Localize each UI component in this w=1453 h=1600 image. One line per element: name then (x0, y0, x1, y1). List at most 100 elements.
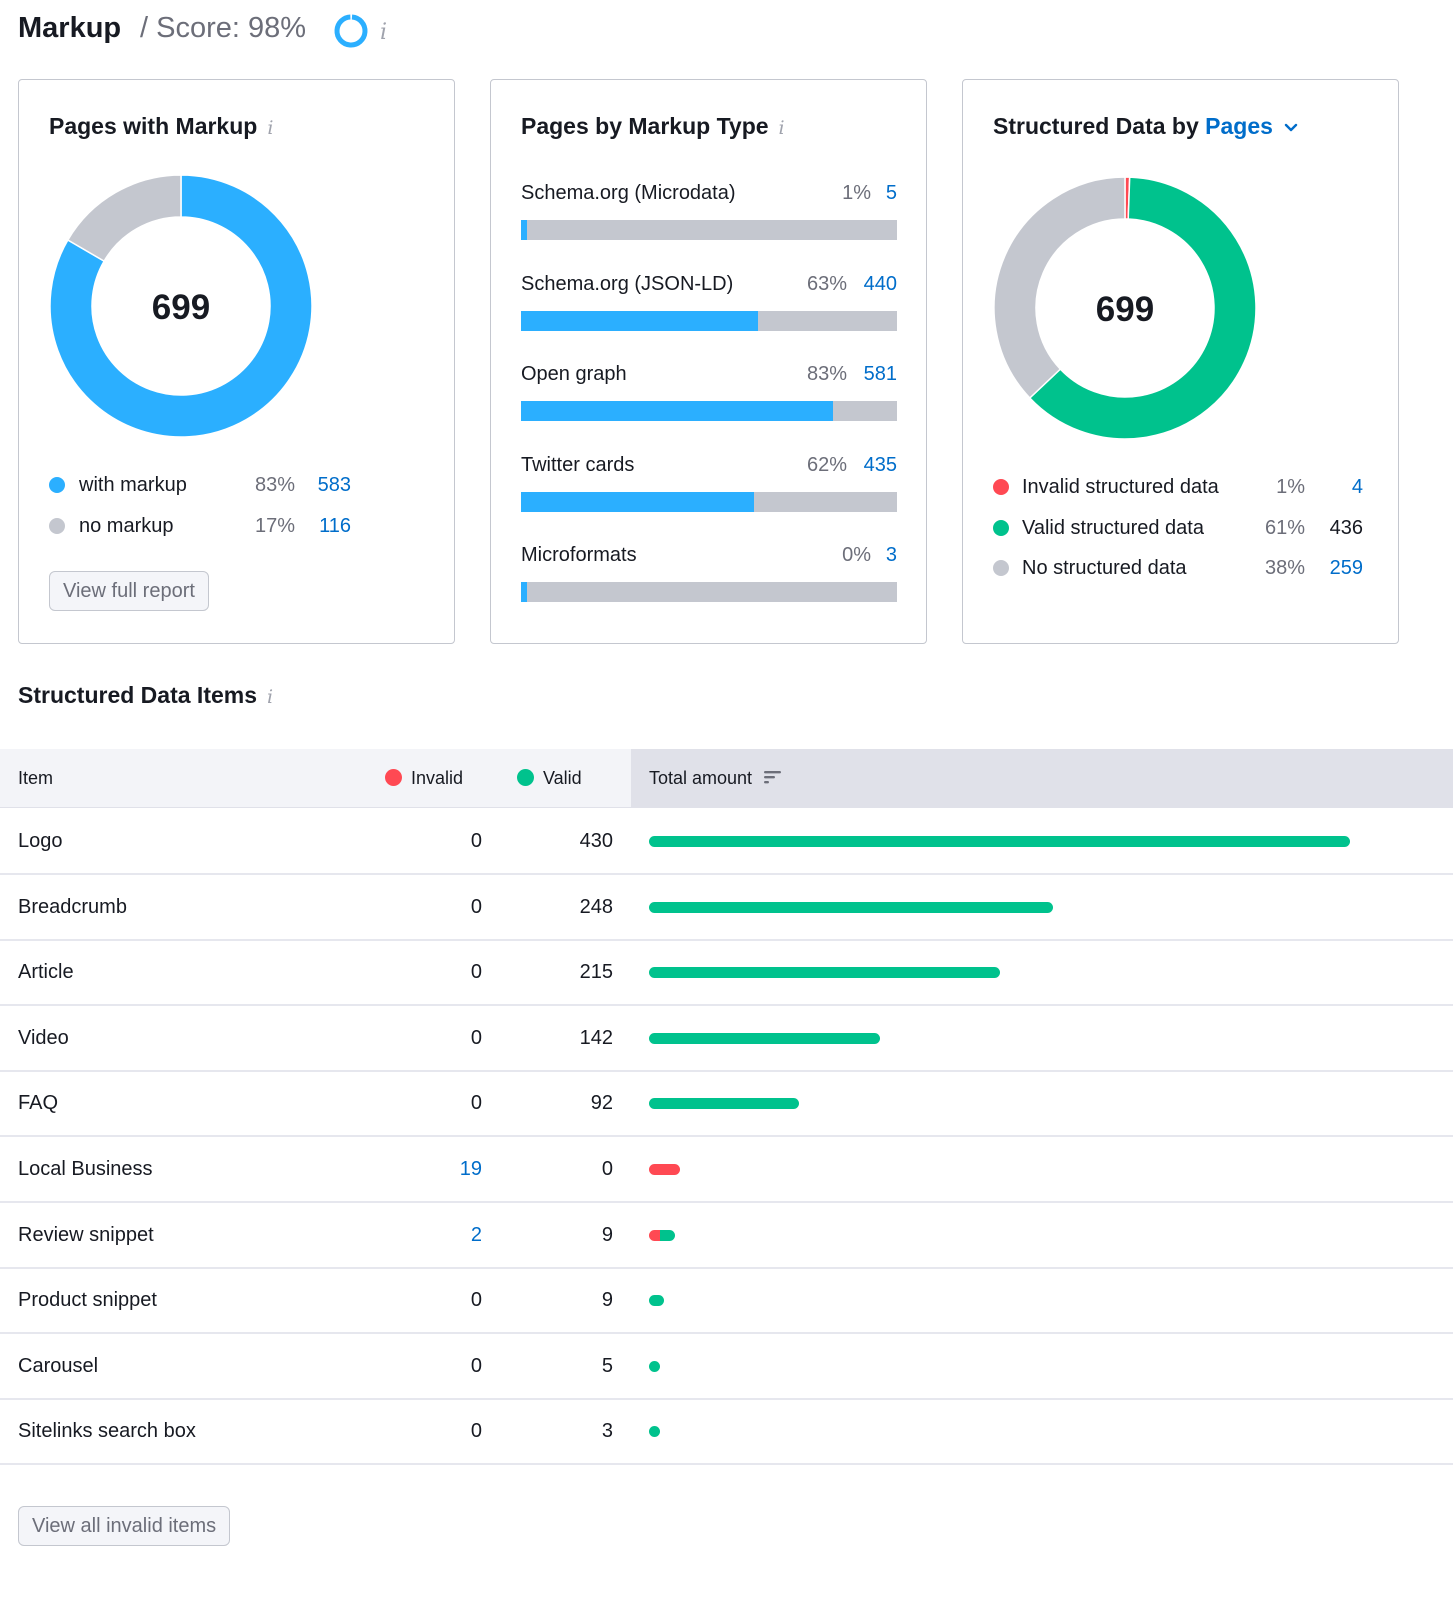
invalid-count: 0 (470, 1289, 482, 1312)
markup-type-value-link[interactable]: 3 (886, 544, 897, 567)
item-name: Video (18, 1026, 69, 1049)
invalid-count[interactable]: 2 (382, 1203, 482, 1267)
table-row[interactable]: Article 0 215 (0, 940, 1453, 1007)
column-header-total-label: Total amount (649, 768, 753, 788)
valid-dot-icon (517, 769, 534, 786)
markup-type-progress-fill (521, 491, 755, 512)
table-row[interactable]: Logo 0 430 (0, 809, 1453, 875)
pages-by-markup-type-card: Pages by Markup Type i Schema.org (Microd… (490, 79, 927, 644)
invalid-count: 0 (470, 895, 482, 918)
markup-type-value-link[interactable]: 435 (864, 454, 897, 477)
bar-segment-valid (649, 1295, 664, 1307)
section-title: Structured Data Items i (18, 682, 273, 709)
markup-type-label: Microformats (521, 544, 637, 566)
structured-data-by-pages-card: Structured Data by Pages 699 Invalid str… (962, 79, 1399, 644)
donut-total: 699 (1095, 290, 1155, 329)
legend-label: Valid structured data (1022, 516, 1204, 539)
legend-value[interactable]: 4 (1303, 473, 1363, 501)
table-row[interactable]: Sitelinks search box 0 3 (0, 1399, 1453, 1466)
score-label: / Score: 98% (140, 12, 307, 44)
bar-segment-valid (649, 836, 1350, 847)
markup-type-value-link[interactable]: 5 (886, 182, 897, 205)
table-row[interactable]: Carousel 0 5 (0, 1334, 1453, 1400)
item-name: Sitelinks search box (18, 1420, 196, 1443)
markup-type-row: Microformats 0% 3 (521, 544, 897, 614)
invalid-count: 0 (470, 1092, 482, 1115)
legend-label: No structured data (1022, 557, 1187, 579)
column-header-valid-label: Valid (543, 768, 582, 788)
markup-type-pct: 63% (806, 272, 847, 295)
item-name: Breadcrumb (18, 895, 127, 918)
markup-type-label: Schema.org (JSON-LD) (521, 272, 734, 295)
legend-row[interactable]: Invalid structured data 1% 4 (993, 473, 1365, 501)
card-title-text: Pages by Markup Type (521, 113, 769, 139)
markup-type-value-link[interactable]: 581 (864, 363, 897, 386)
markup-type-progress-track (521, 491, 897, 512)
legend-value-link[interactable]: 583 (279, 471, 351, 499)
markup-type-progress-fill (521, 582, 528, 602)
table-row[interactable]: Local Business 19 0 (0, 1137, 1453, 1203)
table-row[interactable]: Video 0 142 (0, 1006, 1453, 1072)
legend-dot (993, 479, 1009, 495)
valid-count: 142 (579, 1026, 613, 1049)
info-icon[interactable]: i (779, 117, 785, 139)
view-all-invalid-items-button[interactable]: View all invalid items (18, 1506, 231, 1546)
column-header-item[interactable]: Item (18, 749, 53, 807)
bar-segment-valid (649, 1098, 799, 1110)
column-header-invalid[interactable]: Invalid (385, 749, 463, 807)
legend-row[interactable]: No structured data 38% 259 (993, 554, 1365, 582)
invalid-count: 0 (470, 961, 482, 984)
valid-count: 430 (579, 830, 613, 852)
markup-type-row: Twitter cards 62% 435 (521, 454, 897, 524)
info-icon[interactable]: i (267, 117, 273, 139)
legend-value-link[interactable]: 116 (279, 512, 351, 540)
card-title-text: Pages with Markup (49, 113, 258, 139)
legend-label: with markup (79, 474, 187, 496)
chevron-down-icon[interactable] (1283, 122, 1299, 134)
bar-segment-valid (649, 901, 1054, 913)
bar-segment-valid (660, 1229, 675, 1241)
info-icon[interactable]: i (380, 20, 387, 45)
item-name: Review snippet (18, 1223, 154, 1246)
bar-segment-valid (649, 1032, 881, 1044)
legend-value[interactable]: 259 (1303, 554, 1363, 582)
sort-icon[interactable] (763, 769, 783, 785)
table-row[interactable]: Product snippet 0 9 (0, 1268, 1453, 1335)
markup-type-progress-track (521, 401, 897, 421)
card-title-text: Structured Data by (993, 113, 1199, 139)
invalid-count[interactable]: 19 (382, 1137, 482, 1201)
table-row[interactable]: FAQ 0 92 (0, 1071, 1453, 1138)
valid-count: 92 (590, 1092, 613, 1115)
legend-no-markup[interactable]: no markup 17% 116 (49, 512, 351, 540)
column-header-valid[interactable]: Valid (517, 749, 582, 807)
invalid-count: 0 (470, 830, 482, 852)
markup-type-row: Schema.org (Microdata) 1% 5 (521, 182, 897, 252)
invalid-count: 0 (470, 1420, 482, 1443)
item-name: Logo (18, 830, 63, 852)
donut-slice-no-structured-data[interactable] (993, 176, 1126, 400)
legend-with-markup[interactable]: with markup 83% 583 (49, 471, 351, 499)
legend-value: 436 (1329, 516, 1363, 539)
markup-type-pct: 62% (806, 453, 847, 476)
markup-type-pct: 0% (842, 544, 871, 566)
column-header-invalid-label: Invalid (411, 768, 464, 788)
column-header-total[interactable]: Total amount (649, 749, 783, 807)
markup-type-pct: 83% (806, 363, 847, 385)
info-icon[interactable]: i (267, 686, 273, 708)
pages-dropdown[interactable]: Pages (1205, 113, 1273, 139)
bar-segment-invalid (649, 1164, 680, 1175)
donut-slice-no-markup[interactable] (66, 174, 182, 263)
valid-count: 9 (601, 1223, 613, 1246)
item-name: Local Business (18, 1158, 153, 1180)
table-row[interactable]: Breadcrumb 0 248 (0, 875, 1453, 941)
legend-dot-gray (49, 518, 65, 534)
score-ring-icon (334, 14, 368, 48)
view-full-report-button[interactable]: View full report (49, 571, 209, 611)
bar-segment-valid (649, 1426, 660, 1438)
markup-type-value-link[interactable]: 440 (864, 273, 897, 296)
table-row[interactable]: Review snippet 2 9 (0, 1203, 1453, 1269)
legend-row[interactable]: Valid structured data 61% 436 (993, 514, 1365, 542)
legend-dot-blue (49, 477, 65, 493)
legend-label: no markup (79, 515, 174, 537)
markup-type-progress-track (521, 310, 897, 331)
